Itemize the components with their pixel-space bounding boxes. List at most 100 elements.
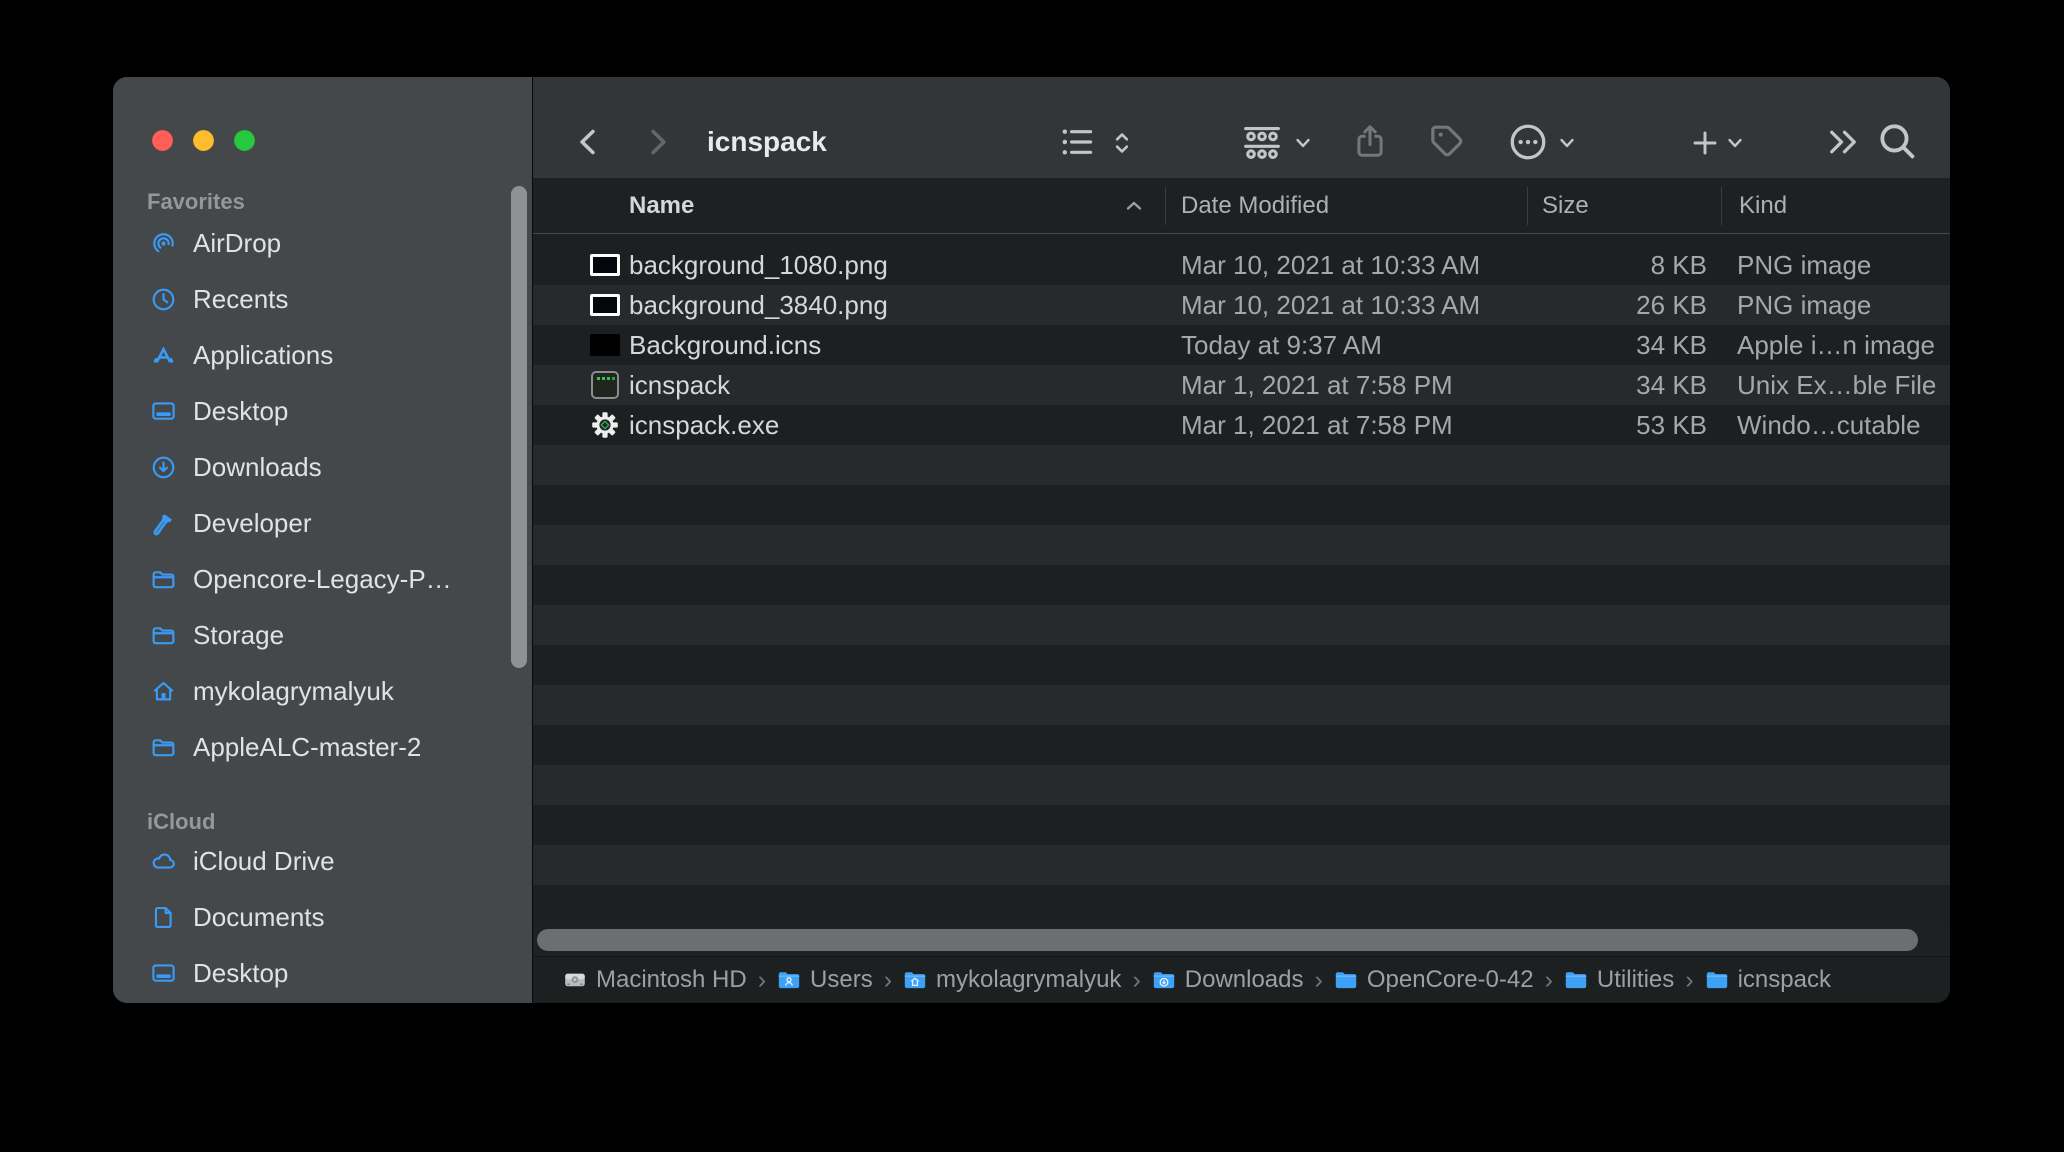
file-date-modified: Mar 10, 2021 at 10:33 AM <box>1181 245 1480 285</box>
group-by-button[interactable] <box>1239 125 1285 161</box>
share-button[interactable] <box>1351 119 1389 163</box>
folder-users-icon <box>777 969 801 991</box>
file-name: Background.icns <box>629 325 821 365</box>
png-thumbnail-icon <box>590 294 620 316</box>
sidebar-item-storage[interactable]: Storage <box>113 607 532 663</box>
file-row-background-1080[interactable]: background_1080.png Mar 10, 2021 at 10:3… <box>533 245 1950 285</box>
view-chevron-updown-icon[interactable] <box>1109 125 1135 161</box>
zoom-button[interactable] <box>234 130 255 151</box>
path-separator: › <box>1685 966 1693 995</box>
sidebar-item-label: AirDrop <box>193 228 281 259</box>
path-item-users[interactable]: Users <box>777 966 873 994</box>
path-separator: › <box>1545 966 1553 995</box>
new-folder-button[interactable] <box>1689 125 1721 161</box>
cloud-icon <box>150 848 177 875</box>
toolbar-overflow-button[interactable] <box>1825 123 1861 161</box>
empty-row <box>533 525 1950 565</box>
sidebar-item-airdrop[interactable]: AirDrop <box>113 215 532 271</box>
sidebar-item-desktop[interactable]: Desktop <box>113 383 532 439</box>
traffic-lights <box>152 130 255 151</box>
main-area: icnspack Name Date Modified Size Kind <box>532 77 1950 1003</box>
column-header-kind[interactable]: Kind <box>1739 178 1787 233</box>
empty-row <box>533 485 1950 525</box>
gear-executable-icon <box>588 405 622 445</box>
more-chevron-down-icon[interactable] <box>1557 133 1577 153</box>
desktop-icon <box>150 398 177 425</box>
column-header-name[interactable]: Name <box>629 178 694 233</box>
more-actions-button[interactable] <box>1507 121 1549 163</box>
file-name: icnspack.exe <box>629 405 779 445</box>
home-icon <box>150 678 177 705</box>
sidebar-item-label: mykolagrymalyuk <box>193 676 394 707</box>
file-row-icnspack-exe[interactable]: icnspack.exe Mar 1, 2021 at 7:58 PM 53 K… <box>533 405 1950 445</box>
folder-home-icon <box>903 969 927 991</box>
folder-downloads-icon <box>1152 969 1176 991</box>
sidebar-item-recents[interactable]: Recents <box>113 271 532 327</box>
empty-row <box>533 645 1950 685</box>
sidebar-item-opencore-legacy[interactable]: Opencore-Legacy-P… <box>113 551 532 607</box>
sidebar-item-applealc[interactable]: AppleALC-master-2 <box>113 719 532 775</box>
column-divider[interactable] <box>1721 187 1722 225</box>
back-button[interactable] <box>571 121 607 163</box>
horizontal-scrollbar-track[interactable] <box>533 925 1950 956</box>
sidebar-item-label: Opencore-Legacy-P… <box>193 564 452 595</box>
column-divider[interactable] <box>1527 187 1528 225</box>
sidebar-item-icloud-drive[interactable]: iCloud Drive <box>113 833 532 889</box>
path-item-utilities[interactable]: Utilities <box>1564 966 1674 994</box>
path-item-downloads[interactable]: Downloads <box>1152 966 1304 994</box>
file-name: background_3840.png <box>629 285 888 325</box>
file-list: background_1080.png Mar 10, 2021 at 10:3… <box>533 245 1950 925</box>
sidebar-item-downloads[interactable]: Downloads <box>113 439 532 495</box>
app-store-icon <box>150 342 177 369</box>
sidebar-item-applications[interactable]: Applications <box>113 327 532 383</box>
sidebar-item-desktop-icloud[interactable]: Desktop <box>113 945 532 1001</box>
airdrop-icon <box>150 230 177 257</box>
file-size: 26 KB <box>1527 285 1707 325</box>
file-kind: Windo…cutable <box>1737 405 1921 445</box>
empty-row <box>533 445 1950 485</box>
sidebar-item-label: iCloud Drive <box>193 846 335 877</box>
path-item-home[interactable]: mykolagrymalyuk <box>903 966 1121 994</box>
column-divider[interactable] <box>1165 187 1166 225</box>
file-date-modified: Mar 10, 2021 at 10:33 AM <box>1181 285 1480 325</box>
sidebar-item-documents[interactable]: Documents <box>113 889 532 945</box>
icns-thumbnail-icon <box>590 334 620 356</box>
sidebar-scrollbar[interactable] <box>511 186 527 668</box>
file-row-background-icns[interactable]: Background.icns Today at 9:37 AM 34 KB A… <box>533 325 1950 365</box>
column-header-date-modified[interactable]: Date Modified <box>1181 178 1329 233</box>
path-item-icnspack[interactable]: icnspack <box>1705 966 1831 994</box>
minimize-button[interactable] <box>193 130 214 151</box>
path-label: Downloads <box>1185 966 1304 994</box>
folder-icon <box>150 566 177 593</box>
horizontal-scrollbar-thumb[interactable] <box>537 929 1918 951</box>
search-button[interactable] <box>1875 119 1919 163</box>
close-button[interactable] <box>152 130 173 151</box>
file-row-icnspack[interactable]: icnspack Mar 1, 2021 at 7:58 PM 34 KB Un… <box>533 365 1950 405</box>
file-kind: Apple i…n image <box>1737 325 1935 365</box>
sidebar-item-developer[interactable]: Developer <box>113 495 532 551</box>
path-label: Utilities <box>1597 966 1674 994</box>
path-separator: › <box>1315 966 1323 995</box>
file-date-modified: Mar 1, 2021 at 7:58 PM <box>1181 405 1453 445</box>
view-as-list-icon[interactable] <box>1057 123 1097 161</box>
file-row-background-3840[interactable]: background_3840.png Mar 10, 2021 at 10:3… <box>533 285 1950 325</box>
forward-button[interactable] <box>639 121 675 163</box>
sidebar-item-home[interactable]: mykolagrymalyuk <box>113 663 532 719</box>
path-bar: Macintosh HD › Users › mykolagrymalyuk ›… <box>533 956 1950 1003</box>
list-top-spacer <box>533 234 1950 245</box>
group-chevron-down-icon[interactable] <box>1293 133 1313 153</box>
png-thumbnail-icon <box>590 254 620 276</box>
path-item-macintosh-hd[interactable]: Macintosh HD <box>563 966 747 994</box>
sidebar-section-icloud: iCloud <box>147 811 532 833</box>
path-item-opencore[interactable]: OpenCore-0-42 <box>1334 966 1534 994</box>
path-separator: › <box>884 966 892 995</box>
empty-row <box>533 805 1950 845</box>
sidebar: Favorites AirDrop Recents Applications D… <box>113 77 532 1003</box>
file-kind: PNG image <box>1737 245 1871 285</box>
new-chevron-down-icon[interactable] <box>1725 133 1745 153</box>
terminal-file-icon <box>591 371 619 399</box>
column-header-size[interactable]: Size <box>1542 178 1589 233</box>
sidebar-section-favorites: Favorites <box>147 189 532 215</box>
hammer-icon <box>150 510 177 537</box>
tag-button[interactable] <box>1427 121 1467 161</box>
